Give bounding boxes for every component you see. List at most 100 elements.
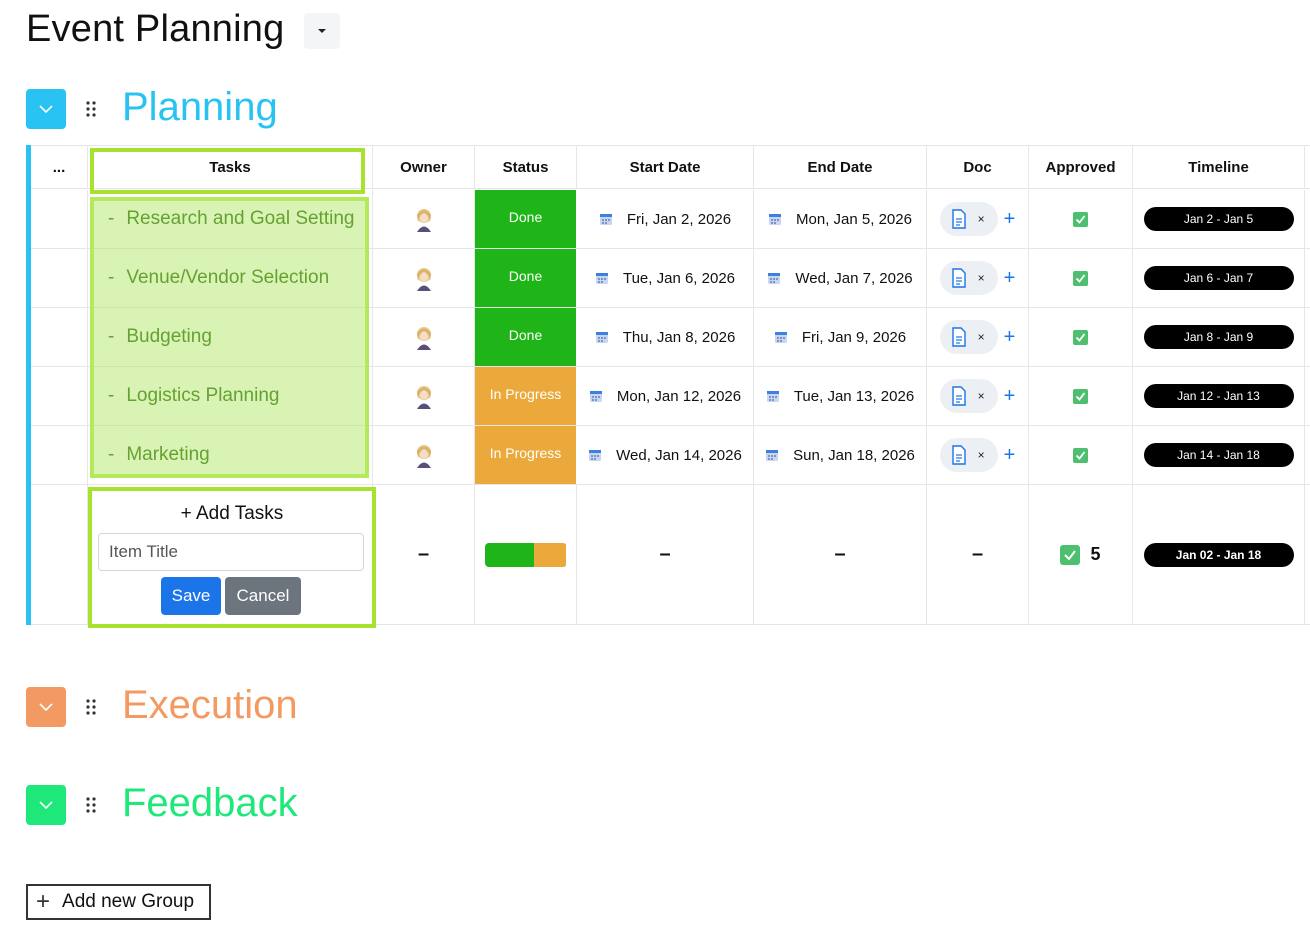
timeline-cell[interactable]: Jan 8 - Jan 9 [1133,308,1305,366]
approved-checkbox[interactable] [1073,329,1088,345]
status-cell[interactable]: In Progress [475,426,577,484]
owner-cell[interactable] [373,426,475,484]
summary-dots-cell [31,485,88,624]
timeline-cell[interactable]: Jan 6 - Jan 7 [1133,249,1305,307]
approved-checkbox[interactable] [1073,388,1088,404]
group-collapse-toggle[interactable] [26,687,66,727]
doc-attachment[interactable]: × [939,320,998,354]
doc-attachment[interactable]: × [939,379,998,413]
doc-attachment[interactable]: × [939,261,998,295]
calendar-icon [595,332,608,343]
calendar-icon [774,332,787,343]
column-header-tasks[interactable]: Tasks [88,146,373,188]
table-row[interactable]: - Marketing In Progress Wed, Jan 14, 2026 Su… [31,426,1310,485]
end-date-cell[interactable]: Fri, Jan 9, 2026 [754,308,927,366]
task-name-cell[interactable]: - Marketing [88,426,373,484]
column-header-end-date[interactable]: End Date [754,146,927,188]
start-date-cell[interactable]: Tue, Jan 6, 2026 [577,249,754,307]
add-tasks-label[interactable]: + Add Tasks [92,503,372,525]
start-date-cell[interactable]: Fri, Jan 2, 2026 [577,190,754,248]
end-date: Mon, Jan 5, 2026 [796,210,912,228]
task-name-cell[interactable]: - Logistics Planning [88,367,373,425]
timeline-cell[interactable]: Jan 14 - Jan 18 [1133,426,1305,484]
table-row[interactable]: - Venue/Vendor Selection Done Tue, Jan 6, 2… [31,249,1310,308]
group-collapse-toggle[interactable] [26,785,66,825]
row-menu-cell[interactable] [31,190,88,248]
add-new-group-label: Add new Group [62,891,195,912]
column-header-status[interactable]: Status [475,146,577,188]
task-dash: - [108,267,115,288]
owner-avatar [416,445,431,468]
row-menu-cell[interactable] [31,308,88,366]
remove-doc-icon[interactable]: × [978,330,985,344]
column-header-owner[interactable]: Owner [373,146,475,188]
task-name-cell[interactable]: - Research and Goal Setting [88,190,373,248]
end-date-cell[interactable]: Sun, Jan 18, 2026 [754,426,927,484]
owner-avatar [416,386,431,409]
remove-doc-icon[interactable]: × [978,212,985,226]
approved-checkbox[interactable] [1073,270,1088,286]
group-name[interactable]: Execution [122,683,298,728]
remove-doc-icon[interactable]: × [978,448,985,462]
item-title-input[interactable] [98,533,364,571]
table-row[interactable]: - Research and Goal Setting Done Fri, Jan 2… [31,190,1310,249]
column-header-approved[interactable]: Approved [1029,146,1133,188]
column-header-menu[interactable]: ... [31,146,88,188]
group-collapse-toggle[interactable] [26,89,66,129]
approved-checkbox[interactable] [1073,447,1088,463]
doc-attachment[interactable]: × [939,438,998,472]
column-header-doc[interactable]: Doc [927,146,1029,188]
add-doc-icon[interactable]: + [1004,444,1016,467]
add-doc-icon[interactable]: + [1004,208,1016,231]
end-date-cell[interactable]: Tue, Jan 13, 2026 [754,367,927,425]
owner-cell[interactable] [373,367,475,425]
drag-handle-icon[interactable] [84,698,98,716]
task-name-cell[interactable]: - Budgeting [88,308,373,366]
column-header-start-date[interactable]: Start Date [577,146,754,188]
start-date-cell[interactable]: Thu, Jan 8, 2026 [577,308,754,366]
start-date-cell[interactable]: Wed, Jan 14, 2026 [577,426,754,484]
approved-cell [1029,308,1133,366]
timeline-pill: Jan 8 - Jan 9 [1143,325,1294,349]
task-dash: - [108,444,115,465]
status-cell[interactable]: In Progress [475,367,577,425]
row-menu-cell[interactable] [31,367,88,425]
table-row[interactable]: - Budgeting Done Thu, Jan 8, 2026 Fri, Jan 9… [31,308,1310,367]
cancel-button[interactable]: Cancel [225,577,301,615]
row-menu-cell[interactable] [31,426,88,484]
approved-checkbox[interactable] [1073,211,1088,227]
status-cell[interactable]: Done [475,249,577,307]
end-date-cell[interactable]: Wed, Jan 7, 2026 [754,249,927,307]
task-name-cell[interactable]: - Venue/Vendor Selection [88,249,373,307]
save-button[interactable]: Save [161,577,221,615]
owner-cell[interactable] [373,308,475,366]
owner-cell[interactable] [373,190,475,248]
add-doc-icon[interactable]: + [1004,267,1016,290]
owner-cell[interactable] [373,249,475,307]
end-date-cell[interactable]: Mon, Jan 5, 2026 [754,190,927,248]
calendar-icon [768,273,781,284]
row-menu-cell[interactable] [31,249,88,307]
add-doc-icon[interactable]: + [1004,326,1016,349]
add-new-group-button[interactable]: + Add new Group [26,884,211,920]
timeline-cell[interactable]: Jan 2 - Jan 5 [1133,190,1305,248]
column-header-timeline[interactable]: Timeline [1133,146,1305,188]
group-name[interactable]: Planning [122,85,278,130]
doc-attachment[interactable]: × [939,202,998,236]
status-cell[interactable]: Done [475,308,577,366]
group-name[interactable]: Feedback [122,781,298,826]
timeline-cell[interactable]: Jan 12 - Jan 13 [1133,367,1305,425]
board-menu-button[interactable] [304,13,340,49]
end-date: Fri, Jan 9, 2026 [801,328,907,346]
remove-doc-icon[interactable]: × [978,271,985,285]
remove-doc-icon[interactable]: × [978,389,985,403]
task-dash: - [108,326,115,347]
add-doc-icon[interactable]: + [1004,385,1016,408]
table-row[interactable]: - Logistics Planning In Progress Mon, Jan 1… [31,367,1310,426]
calendar-icon [766,450,779,461]
drag-handle-icon[interactable] [84,796,98,814]
start-date-cell[interactable]: Mon, Jan 12, 2026 [577,367,754,425]
chevron-down-icon [39,703,53,712]
status-cell[interactable]: Done [475,190,577,248]
drag-handle-icon[interactable] [84,100,98,118]
